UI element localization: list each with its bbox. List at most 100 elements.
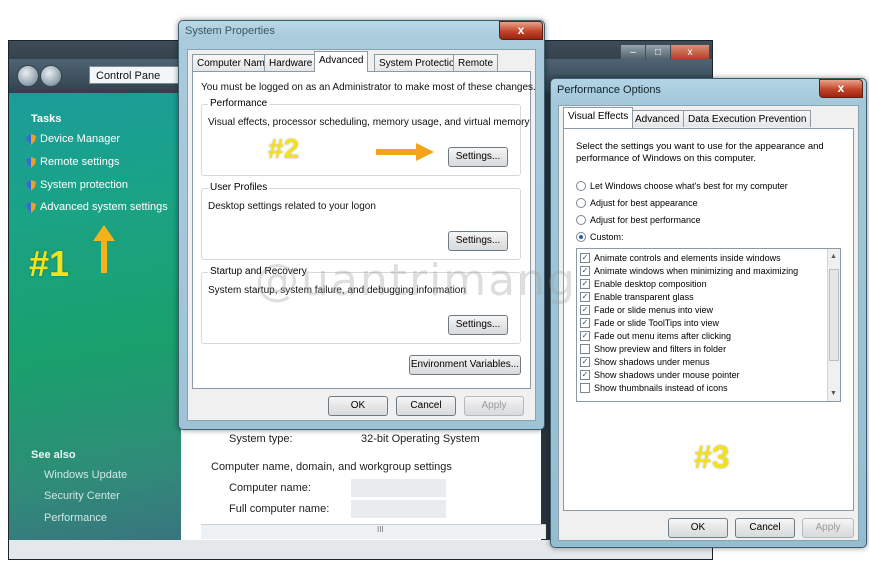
radio-best-appearance[interactable]: Adjust for best appearance	[576, 198, 698, 208]
section-heading: Computer name, domain, and workgroup set…	[211, 461, 452, 473]
startup-recovery-settings-button[interactable]: Settings...	[448, 315, 508, 335]
scroll-up-icon[interactable]: ▲	[830, 253, 837, 260]
effect-label: Animate windows when minimizing and maxi…	[594, 266, 799, 276]
tab-computer-name[interactable]: Computer Name	[192, 54, 276, 71]
task-remote-settings[interactable]: Remote settings	[26, 156, 119, 168]
tab-system-protection[interactable]: System Protection	[374, 54, 466, 71]
up-arrow-icon	[93, 225, 115, 273]
radio-let-windows-choose[interactable]: Let Windows choose what's best for my co…	[576, 181, 788, 191]
task-label: Device Manager	[40, 133, 121, 145]
radio-icon	[576, 232, 586, 242]
effect-label: Enable transparent glass	[594, 292, 694, 302]
effect-item[interactable]: ✓ Show shadows under menus	[580, 356, 710, 368]
task-label: Advanced system settings	[40, 201, 168, 213]
close-button[interactable]: x	[499, 21, 543, 40]
effect-label: Show shadows under mouse pointer	[594, 370, 740, 380]
visual-effects-panel: Select the settings you want to use for …	[563, 128, 854, 511]
system-type-value: 32-bit Operating System	[361, 433, 480, 445]
checkbox-icon: ✓	[580, 253, 590, 263]
effect-item[interactable]: ✓ Enable transparent glass	[580, 291, 694, 303]
radio-best-performance[interactable]: Adjust for best performance	[576, 215, 701, 225]
user-profiles-group: User Profiles Desktop settings related t…	[201, 182, 521, 260]
address-field[interactable]: Control Pane	[89, 66, 189, 84]
checkbox-icon: ✓	[580, 331, 590, 341]
system-type-label: System type:	[229, 433, 293, 445]
tab-advanced[interactable]: Advanced	[630, 110, 685, 127]
radio-label: Adjust for best performance	[590, 215, 701, 225]
intro-text: Select the settings you want to use for …	[576, 141, 824, 164]
dialog-title: System Properties	[185, 25, 275, 37]
address-text: Control Pane	[96, 70, 161, 82]
close-button[interactable]: x	[819, 79, 863, 98]
dialog-title: Performance Options	[557, 84, 661, 96]
scroll-down-icon[interactable]: ▼	[830, 390, 837, 397]
apply-button: Apply	[802, 518, 854, 538]
task-device-manager[interactable]: Device Manager	[26, 133, 120, 145]
effect-item[interactable]: ✓ Enable desktop composition	[580, 278, 707, 290]
checkbox-icon: ✓	[580, 279, 590, 289]
scroll-grip: III	[377, 525, 384, 534]
effect-label: Enable desktop composition	[594, 279, 707, 289]
tab-data-execution-prevention[interactable]: Data Execution Prevention	[683, 110, 812, 127]
effect-item[interactable]: ✓ Animate windows when minimizing and max…	[580, 265, 798, 277]
effect-item[interactable]: ✓ Fade out menu items after clicking	[580, 330, 731, 342]
checkbox-icon	[580, 383, 590, 393]
system-properties-dialog: System Properties x Computer Name Hardwa…	[178, 20, 545, 430]
environment-variables-button[interactable]: Environment Variables...	[409, 355, 521, 375]
ok-button[interactable]: OK	[328, 396, 388, 416]
see-also-windows-update[interactable]: Windows Update	[44, 469, 127, 481]
task-label: System protection	[40, 179, 129, 191]
tab-hardware[interactable]: Hardware	[264, 54, 318, 71]
effect-item[interactable]: ✓ Show shadows under mouse pointer	[580, 369, 740, 381]
checkbox-icon: ✓	[580, 357, 590, 367]
startup-recovery-desc: System startup, system failure, and debu…	[208, 285, 466, 296]
annotation-3: #3	[694, 439, 730, 475]
full-computer-name-field	[351, 500, 446, 518]
shield-icon	[26, 156, 36, 168]
tab-advanced[interactable]: Advanced	[314, 51, 369, 72]
forward-button[interactable]	[40, 65, 62, 87]
checkbox-icon: ✓	[580, 305, 590, 315]
right-arrow-icon	[376, 143, 434, 161]
see-also-title: See also	[31, 449, 76, 461]
effect-label: Fade out menu items after clicking	[594, 331, 732, 341]
effect-item[interactable]: ✓ Fade or slide ToolTips into view	[580, 317, 719, 329]
checkbox-icon: ✓	[580, 318, 590, 328]
see-also-security-center[interactable]: Security Center	[44, 490, 120, 502]
performance-settings-button[interactable]: Settings...	[448, 147, 508, 167]
task-system-protection[interactable]: System protection	[26, 179, 128, 191]
effect-item[interactable]: Show preview and filters in folder	[580, 343, 726, 355]
user-profiles-settings-button[interactable]: Settings...	[448, 231, 508, 251]
see-also-performance[interactable]: Performance	[44, 512, 107, 524]
radio-icon	[576, 215, 586, 225]
annotation-1: #1	[29, 243, 70, 284]
list-scrollbar[interactable]: ▲ ▼	[827, 249, 840, 401]
tab-visual-effects[interactable]: Visual Effects	[563, 107, 634, 128]
cancel-button[interactable]: Cancel	[735, 518, 795, 538]
radio-custom[interactable]: Custom:	[576, 232, 624, 242]
radio-label: Adjust for best appearance	[590, 198, 698, 208]
back-button[interactable]	[17, 65, 39, 87]
computer-name-label: Computer name:	[229, 482, 311, 494]
performance-group: Performance Visual effects, processor sc…	[201, 98, 529, 176]
visual-effects-list: ✓ Animate controls and elements inside wi…	[576, 248, 841, 402]
task-advanced-system-settings[interactable]: Advanced system settings	[26, 201, 168, 213]
checkbox-icon: ✓	[580, 292, 590, 302]
user-profiles-desc: Desktop settings related to your logon	[208, 201, 376, 212]
shield-icon	[26, 133, 36, 145]
tab-remote[interactable]: Remote	[453, 54, 499, 71]
checkbox-icon: ✓	[580, 266, 590, 276]
cancel-button[interactable]: Cancel	[396, 396, 456, 416]
radio-icon	[576, 181, 586, 191]
ok-button[interactable]: OK	[668, 518, 728, 538]
performance-options-dialog: Performance Options x Visual Effects Adv…	[550, 78, 867, 548]
startup-recovery-label: Startup and Recovery	[208, 266, 309, 277]
effect-item[interactable]: ✓ Fade or slide menus into view	[580, 304, 713, 316]
annotation-2: #2	[268, 133, 300, 164]
horizontal-scrollbar[interactable]: III	[201, 524, 546, 539]
scroll-thumb[interactable]	[829, 269, 839, 361]
effect-item[interactable]: ✓ Animate controls and elements inside wi…	[580, 252, 781, 264]
dialog-body: Computer Name Hardware Advanced System P…	[187, 49, 536, 421]
effect-item[interactable]: Show thumbnails instead of icons	[580, 382, 728, 394]
user-profiles-label: User Profiles	[208, 182, 270, 193]
